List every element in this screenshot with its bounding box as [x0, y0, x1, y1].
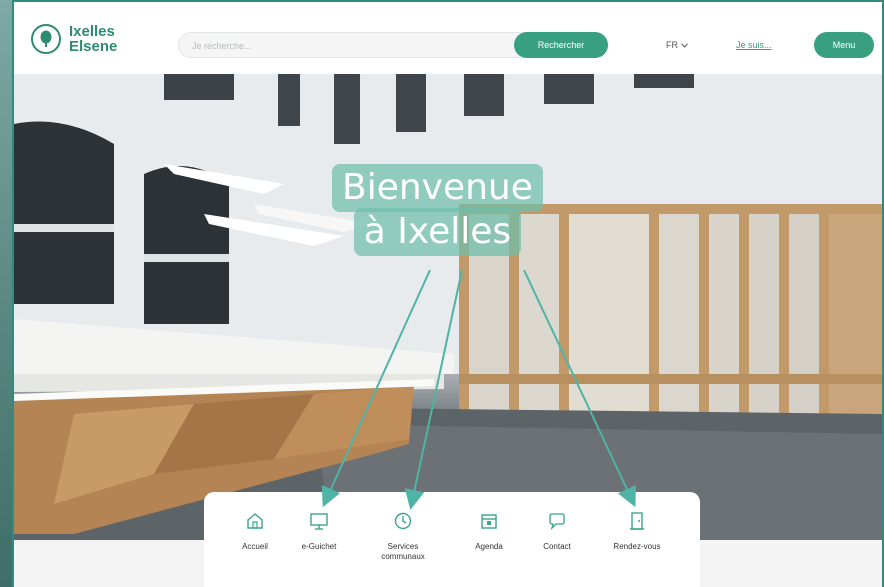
monitor-icon: [310, 513, 328, 530]
clock-icon: [394, 512, 412, 530]
hero-photo-illustration: [14, 74, 882, 540]
hero-title: Bienvenue à Ixelles: [332, 164, 543, 256]
quicknav-item-services-communaux[interactable]: Services communaux: [368, 510, 438, 562]
logo-wordmark: Ixelles Elsene: [69, 24, 117, 54]
search-bar: Rechercher: [178, 32, 608, 58]
quicknav-item-agenda[interactable]: Agenda: [454, 510, 524, 552]
language-label: FR: [666, 40, 678, 50]
quicknav-label: Accueil: [242, 542, 268, 551]
site-header: Ixelles Elsene Rechercher FR Je suis... …: [14, 2, 882, 74]
hero-title-line-1: Bienvenue: [332, 164, 543, 212]
logo-line-1: Ixelles: [69, 23, 115, 40]
door-icon: [630, 512, 644, 530]
logo-line-2: Elsene: [69, 38, 118, 55]
quicknav-label: Rendez-vous: [613, 542, 661, 551]
language-selector[interactable]: FR: [666, 40, 688, 50]
tree-logo-icon: [31, 24, 61, 54]
hero-image: Bienvenue à Ixelles: [14, 74, 882, 540]
menu-button[interactable]: Menu: [814, 32, 874, 58]
frame-border-top: [12, 0, 884, 2]
hero-title-line-2: à Ixelles: [353, 208, 522, 256]
account-link[interactable]: Je suis...: [736, 40, 772, 50]
left-edge-strip: [0, 0, 14, 587]
search-button[interactable]: Rechercher: [514, 32, 608, 58]
calendar-icon: [481, 514, 497, 529]
chat-icon: [549, 513, 565, 531]
search-input[interactable]: [190, 36, 494, 56]
quicknav-label: Contact: [543, 542, 571, 551]
quicknav-label: e-Guichet: [301, 542, 337, 551]
page: Ixelles Elsene Rechercher FR Je suis... …: [0, 0, 884, 587]
home-icon: [247, 513, 263, 529]
quicknav-item-rendez-vous[interactable]: Rendez-vous: [602, 510, 672, 552]
quicknav-item-e-guichet[interactable]: e-Guichet: [284, 510, 354, 552]
quicknav-item-contact[interactable]: Contact: [522, 510, 592, 552]
quicknav-item-accueil[interactable]: Accueil: [220, 510, 290, 552]
chevron-down-icon: [681, 42, 688, 48]
quicknav-label: Services communaux: [381, 542, 425, 561]
quick-navigation: Accueil e-Guichet Services communaux Age…: [204, 492, 700, 587]
quicknav-label: Agenda: [475, 542, 503, 551]
site-logo[interactable]: Ixelles Elsene: [31, 24, 117, 54]
